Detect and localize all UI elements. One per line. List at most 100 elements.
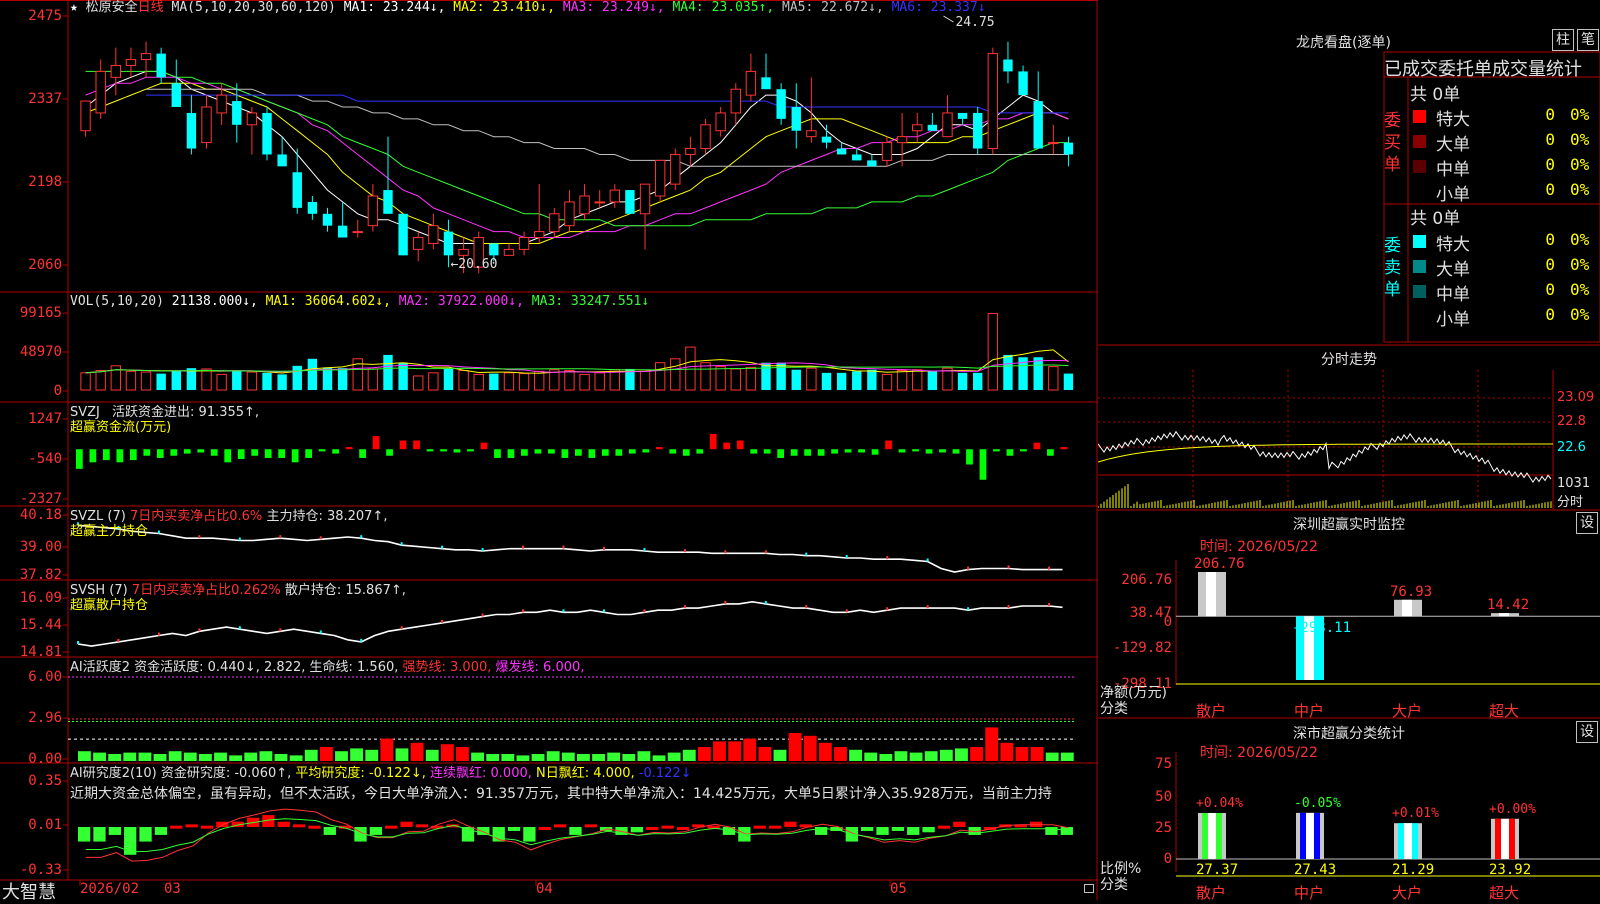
svsh-line-tick bbox=[643, 609, 646, 613]
vol-bar-up bbox=[685, 346, 696, 391]
candle-body-up bbox=[670, 153, 681, 185]
candle bbox=[761, 53, 771, 90]
ai-activity-bar bbox=[319, 747, 333, 761]
ma-value-3: MA3: 23.249↓, bbox=[555, 0, 665, 15]
ai-research-bar bbox=[553, 824, 567, 828]
ai-research-bar bbox=[369, 827, 383, 835]
candle bbox=[322, 207, 333, 232]
svzj-bar bbox=[494, 449, 501, 458]
monitor-settings-button[interactable]: 设 bbox=[1576, 512, 1598, 534]
order-stats-tabs[interactable]: 已成交委托单成交量统计 bbox=[1384, 55, 1600, 81]
ai-activity-bar bbox=[123, 752, 137, 761]
classify-change-0: +0.04% bbox=[1196, 795, 1243, 811]
svsh-line-tick bbox=[602, 609, 605, 613]
x-axis-label-2: 04 bbox=[536, 881, 553, 897]
candle-body-down bbox=[1033, 101, 1043, 149]
vol-value-0: 21138.000↓, bbox=[171, 294, 258, 309]
monitor-bar-label-1: -298.11 bbox=[1292, 620, 1352, 637]
svsh-line-tick bbox=[926, 605, 929, 609]
svzj-bar bbox=[844, 449, 852, 453]
buy-side-text: 委买单 bbox=[1384, 111, 1401, 175]
candle-body-up bbox=[654, 159, 666, 197]
candle bbox=[685, 136, 696, 167]
svzj-bar bbox=[831, 449, 838, 454]
svsh-line-tick bbox=[77, 640, 79, 644]
ai-research-bar bbox=[891, 827, 905, 831]
svzj-bar bbox=[642, 449, 650, 453]
monitor-bar-3 bbox=[1491, 613, 1519, 617]
ai-activity-bar bbox=[214, 752, 227, 761]
ai-activity-bar bbox=[894, 751, 908, 761]
candle-body-up bbox=[1048, 142, 1059, 145]
classify-value-2: 21.29 bbox=[1392, 862, 1435, 878]
svzl-line-tick bbox=[441, 545, 444, 549]
svzl-line-tick bbox=[1048, 566, 1051, 570]
ai-activity-bar bbox=[1060, 752, 1074, 761]
candle-body-up bbox=[730, 88, 741, 114]
column-view-button[interactable]: 柱 bbox=[1552, 29, 1574, 51]
intraday-title: 分时走势 bbox=[1321, 352, 1377, 368]
svzj-bar bbox=[898, 449, 906, 453]
brand-logo[interactable]: 大智慧 bbox=[2, 878, 56, 904]
ai-research-bar bbox=[1060, 827, 1073, 835]
vol-bar-down bbox=[821, 372, 832, 390]
ai-research-bar bbox=[937, 825, 951, 829]
ai-activity-bar bbox=[395, 748, 409, 761]
svzj-bar bbox=[993, 449, 1000, 452]
main-chart-area[interactable]: 24.75 ←20.60 ★ 松原安全日线 MA(5,10,20,30,60,12… bbox=[0, 0, 1098, 903]
svzl-line-tick bbox=[198, 535, 201, 539]
ai-activity-bar bbox=[93, 752, 106, 761]
monitor-bar-highlight bbox=[1206, 572, 1216, 617]
classify-settings-button[interactable]: 设 bbox=[1576, 721, 1598, 743]
vol-bar-down bbox=[1063, 373, 1074, 390]
vol-bar-up bbox=[95, 370, 106, 391]
candle-body-up bbox=[685, 148, 696, 155]
candle bbox=[564, 190, 575, 232]
vol-bar-up bbox=[896, 370, 908, 391]
candle bbox=[791, 83, 801, 149]
candle-body-up bbox=[458, 248, 469, 256]
svzj-header: SVZJ 活跃资金进出: 91.355↑, bbox=[70, 405, 259, 421]
candle bbox=[957, 112, 968, 125]
lock-icon[interactable] bbox=[1084, 884, 1094, 893]
candle bbox=[503, 243, 515, 256]
svzj-bar bbox=[426, 449, 434, 452]
ai-research-bar bbox=[323, 827, 336, 835]
ai-activity-bar bbox=[516, 755, 530, 761]
vol-bar-up bbox=[881, 373, 893, 391]
svzj-bar bbox=[386, 449, 393, 456]
main-chart-canvas[interactable]: 24.75 ←20.60 bbox=[0, 0, 1098, 900]
svsh-header: SVSH (7) 7日内买卖净占比0.262% 散户持仓: 15.867↑, bbox=[70, 583, 406, 599]
intraday-y-tick-4: 分时 bbox=[1557, 495, 1584, 510]
ai-research-bar bbox=[139, 827, 152, 842]
ai-research-bar bbox=[292, 824, 306, 828]
period-label[interactable]: 日线 bbox=[138, 0, 164, 15]
sell-color-swatch-1 bbox=[1413, 260, 1426, 273]
monitor-category-2: 大户 bbox=[1392, 702, 1423, 720]
ai-activity-bar bbox=[834, 747, 847, 761]
candle-body-up bbox=[896, 136, 908, 144]
vol-header: VOL(5,10,20) 21138.000↓, MA1: 36064.602↓… bbox=[70, 294, 649, 310]
favorite-star-icon[interactable]: ★ bbox=[70, 0, 78, 15]
tick-view-button[interactable]: 笔 bbox=[1577, 29, 1599, 51]
candle bbox=[745, 53, 757, 102]
ai-activity-bar bbox=[425, 749, 439, 761]
svzj-bar bbox=[885, 440, 892, 450]
buy-row-pct-2: 0% bbox=[1570, 155, 1590, 174]
intraday-y-tick-3: 1031 bbox=[1557, 476, 1591, 491]
svzl-line-tick bbox=[400, 542, 403, 546]
ai-activity-bar bbox=[879, 754, 893, 761]
svsh-subtitle: 超赢散户持仓 bbox=[70, 598, 149, 613]
svsh-y-tick-2: 14.81 bbox=[19, 644, 62, 660]
svzl-line-tick bbox=[319, 536, 322, 540]
candle bbox=[518, 231, 530, 256]
ai-research-bar bbox=[876, 827, 889, 835]
candle bbox=[896, 112, 908, 167]
svzj-bar bbox=[966, 449, 973, 465]
ai-research-bar bbox=[154, 827, 168, 835]
ai-activity-bar bbox=[577, 754, 590, 761]
monitor-time: 时间: 2026/05/22 bbox=[1200, 539, 1318, 555]
ai-activity-bar bbox=[1045, 752, 1059, 761]
vol-bar-down bbox=[1003, 354, 1013, 390]
svsh-line-tick bbox=[400, 626, 403, 630]
